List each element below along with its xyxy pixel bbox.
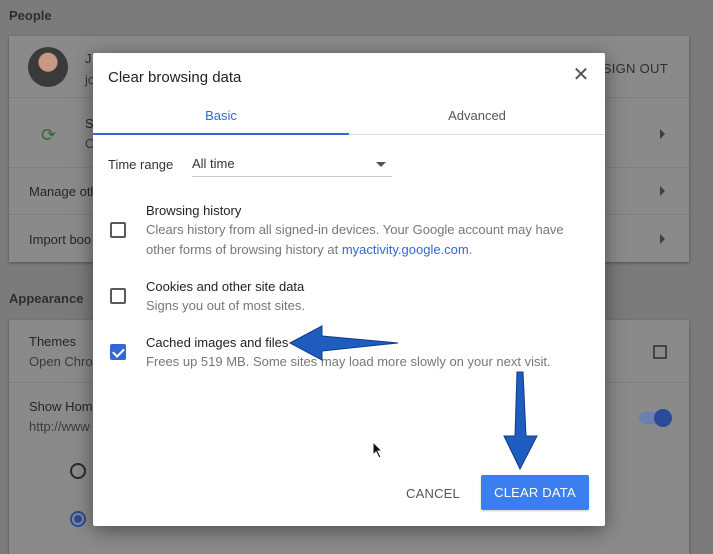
clear-data-button[interactable]: CLEAR DATA bbox=[481, 475, 589, 510]
option-desc-end: . bbox=[468, 242, 473, 257]
show-home-label: Show Hom bbox=[29, 399, 93, 414]
show-home-toggle[interactable] bbox=[639, 409, 672, 427]
option-description: Clears history from all signed-in device… bbox=[146, 220, 576, 260]
option-description: Frees up 519 MB. Some sites may load mor… bbox=[146, 354, 551, 369]
themes-label: Themes bbox=[29, 334, 76, 349]
close-icon[interactable]: ✕ bbox=[571, 65, 591, 85]
manage-label: Manage otl bbox=[29, 184, 94, 199]
option-title: Browsing history bbox=[146, 203, 242, 218]
dialog-tabs: Basic Advanced bbox=[93, 97, 605, 135]
external-link-icon[interactable] bbox=[653, 345, 667, 359]
radio-option[interactable] bbox=[70, 463, 86, 479]
tab-basic[interactable]: Basic bbox=[93, 97, 349, 135]
browsing-history-checkbox[interactable] bbox=[110, 222, 126, 238]
time-range-select[interactable]: All time bbox=[192, 151, 392, 177]
dialog-title: Clear browsing data bbox=[108, 69, 242, 86]
appearance-section-title: Appearance bbox=[9, 291, 84, 306]
option-title: Cookies and other site data bbox=[146, 279, 305, 294]
option-title: Cached images and files bbox=[146, 335, 289, 350]
show-home-sub: http://www bbox=[29, 419, 90, 434]
cached-images-checkbox[interactable] bbox=[110, 344, 126, 360]
avatar bbox=[28, 47, 68, 87]
time-range-value: All time bbox=[192, 156, 235, 171]
chevron-down-icon bbox=[376, 162, 386, 167]
cancel-button[interactable]: CANCEL bbox=[401, 477, 465, 511]
myactivity-link[interactable]: myactivity.google.com bbox=[342, 242, 469, 257]
active-tab-indicator bbox=[93, 133, 349, 135]
clear-browsing-data-dialog: Clear browsing data ✕ Basic Advanced Tim… bbox=[93, 53, 605, 526]
import-label: Import boo bbox=[29, 232, 92, 247]
sync-icon: ⟳ bbox=[41, 125, 57, 145]
cookies-checkbox[interactable] bbox=[110, 288, 126, 304]
chevron-right-icon bbox=[660, 234, 665, 244]
tab-advanced[interactable]: Advanced bbox=[349, 97, 605, 135]
themes-sub: Open Chro bbox=[29, 354, 93, 369]
user-name: J bbox=[85, 51, 92, 66]
chevron-right-icon bbox=[660, 186, 665, 196]
chevron-right-icon bbox=[660, 129, 665, 139]
option-description: Signs you out of most sites. bbox=[146, 298, 305, 313]
radio-option-selected[interactable] bbox=[70, 511, 86, 527]
mouse-cursor-icon bbox=[372, 441, 384, 459]
sign-out-button[interactable]: SIGN OUT bbox=[603, 61, 668, 76]
time-range-label: Time range bbox=[108, 157, 174, 172]
people-section-title: People bbox=[9, 8, 52, 23]
